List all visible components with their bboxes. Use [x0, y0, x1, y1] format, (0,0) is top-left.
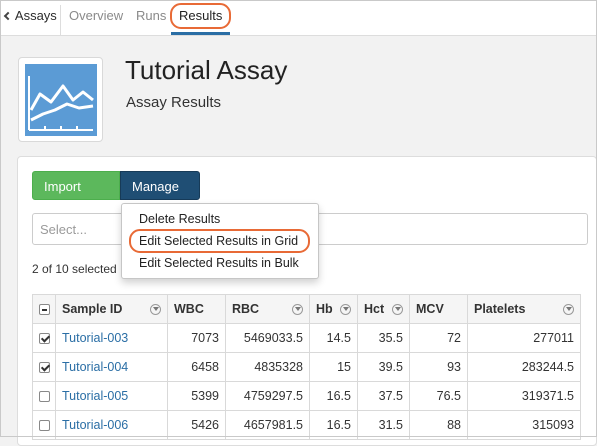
wbc-cell: 5399	[167, 381, 226, 411]
sort-circle-icon[interactable]	[150, 304, 161, 315]
tab-label: Runs	[136, 8, 167, 23]
column-header-hct[interactable]: Hct	[357, 294, 410, 324]
back-label: Assays	[14, 8, 57, 23]
row-checkbox[interactable]	[38, 362, 50, 374]
hct-cell: 35.5	[357, 323, 410, 353]
sort-circle-icon[interactable]	[292, 304, 303, 315]
hct-cell: 37.5	[357, 381, 410, 411]
rbc-cell: 4759297.5	[225, 381, 310, 411]
manage-label: Manage	[132, 179, 179, 194]
column-label: WBC	[174, 302, 204, 316]
column-label: Hct	[364, 302, 385, 316]
row-select-cell[interactable]	[32, 410, 56, 440]
tab-results[interactable]: Results	[171, 1, 231, 35]
row-checkbox[interactable]	[38, 420, 50, 432]
tab-label: Overview	[69, 8, 124, 23]
column-label: Platelets	[474, 302, 526, 316]
row-checkbox[interactable]	[38, 391, 50, 403]
top-nav: Assays Overview Runs Results	[1, 1, 596, 36]
row-select-cell[interactable]	[32, 381, 56, 411]
column-label: MCV	[416, 302, 444, 316]
select-all-checkbox[interactable]	[38, 304, 50, 316]
sample-id-cell: Tutorial-003	[55, 323, 168, 353]
selection-count: 2 of 10 selected	[32, 262, 117, 276]
select-all-cell[interactable]	[32, 294, 56, 324]
nav-divider	[60, 5, 61, 35]
sample-id-link[interactable]: Tutorial-005	[62, 389, 128, 403]
sample-id-cell: Tutorial-004	[55, 352, 168, 382]
sort-circle-icon[interactable]	[563, 304, 574, 315]
sample-id-link[interactable]: Tutorial-004	[62, 360, 128, 374]
wbc-cell: 6458	[167, 352, 226, 382]
row-checkbox[interactable]	[38, 333, 50, 345]
platelets-cell: 277011	[467, 323, 581, 353]
rbc-cell: 4835328	[225, 352, 310, 382]
rbc-cell: 4657981.5	[225, 410, 310, 440]
mcv-cell: 76.5	[409, 381, 468, 411]
line-chart-icon	[25, 64, 97, 136]
hb-cell: 16.5	[309, 381, 358, 411]
manage-dropdown-menu: Delete Results Edit Selected Results in …	[121, 203, 319, 279]
menu-item-edit-in-grid[interactable]: Edit Selected Results in Grid	[139, 234, 298, 248]
column-header-sample-id[interactable]: Sample ID	[55, 294, 168, 324]
column-label: Sample ID	[62, 302, 123, 316]
import-data-button[interactable]: Import Data	[32, 171, 120, 223]
mcv-cell: 93	[409, 352, 468, 382]
column-label: RBC	[232, 302, 260, 316]
mcv-cell: 72	[409, 323, 468, 353]
platelets-cell: 283244.5	[467, 352, 581, 382]
column-header-wbc[interactable]: WBC	[167, 294, 226, 324]
sort-circle-icon[interactable]	[340, 304, 351, 315]
chevron-left-icon	[3, 11, 13, 21]
sample-id-link[interactable]: Tutorial-006	[62, 418, 128, 432]
table-row: Tutorial-004 6458 4835328 15 39.5 93 283…	[32, 352, 581, 382]
page-subtitle: Assay Results	[126, 94, 222, 111]
platelets-cell: 319371.5	[467, 381, 581, 411]
table-row: Tutorial-005 5399 4759297.5 16.5 37.5 76…	[32, 381, 581, 411]
grid-header-row: Sample ID WBC RBC Hb Hct MCV Platelets	[32, 294, 581, 324]
hb-cell: 14.5	[309, 323, 358, 353]
row-select-cell[interactable]	[32, 352, 56, 382]
sample-id-link[interactable]: Tutorial-003	[62, 331, 128, 345]
results-grid: Sample ID WBC RBC Hb Hct MCV Platelets T…	[32, 294, 581, 440]
column-label: Hb	[316, 302, 333, 316]
row-select-cell[interactable]	[32, 323, 56, 353]
wbc-cell: 5426	[167, 410, 226, 440]
tab-runs[interactable]: Runs	[136, 1, 166, 35]
sample-id-cell: Tutorial-006	[55, 410, 168, 440]
assay-logo	[18, 57, 103, 142]
active-tab-underline	[171, 32, 231, 35]
sample-id-cell: Tutorial-005	[55, 381, 168, 411]
column-header-platelets[interactable]: Platelets	[467, 294, 581, 324]
mcv-cell: 88	[409, 410, 468, 440]
rbc-cell: 5469033.5	[225, 323, 310, 353]
wbc-cell: 7073	[167, 323, 226, 353]
column-header-mcv[interactable]: MCV	[409, 294, 468, 324]
hct-cell: 39.5	[357, 352, 410, 382]
table-row: Tutorial-003 7073 5469033.5 14.5 35.5 72…	[32, 323, 581, 353]
menu-item-delete-results[interactable]: Delete Results	[139, 212, 220, 226]
hb-cell: 15	[309, 352, 358, 382]
hct-cell: 31.5	[357, 410, 410, 440]
column-header-rbc[interactable]: RBC	[225, 294, 310, 324]
page-title: Tutorial Assay	[125, 55, 288, 85]
column-header-hb[interactable]: Hb	[309, 294, 358, 324]
tab-label: Results	[179, 8, 223, 23]
back-to-assays-link[interactable]: Assays	[3, 1, 57, 35]
sort-circle-icon[interactable]	[392, 304, 403, 315]
tab-overview[interactable]: Overview	[69, 1, 123, 35]
platelets-cell: 315093	[467, 410, 581, 440]
hb-cell: 16.5	[309, 410, 358, 440]
table-row: Tutorial-006 5426 4657981.5 16.5 31.5 88…	[32, 410, 581, 440]
manage-button[interactable]: Manage	[120, 171, 200, 218]
menu-item-edit-in-bulk[interactable]: Edit Selected Results in Bulk	[139, 256, 299, 270]
